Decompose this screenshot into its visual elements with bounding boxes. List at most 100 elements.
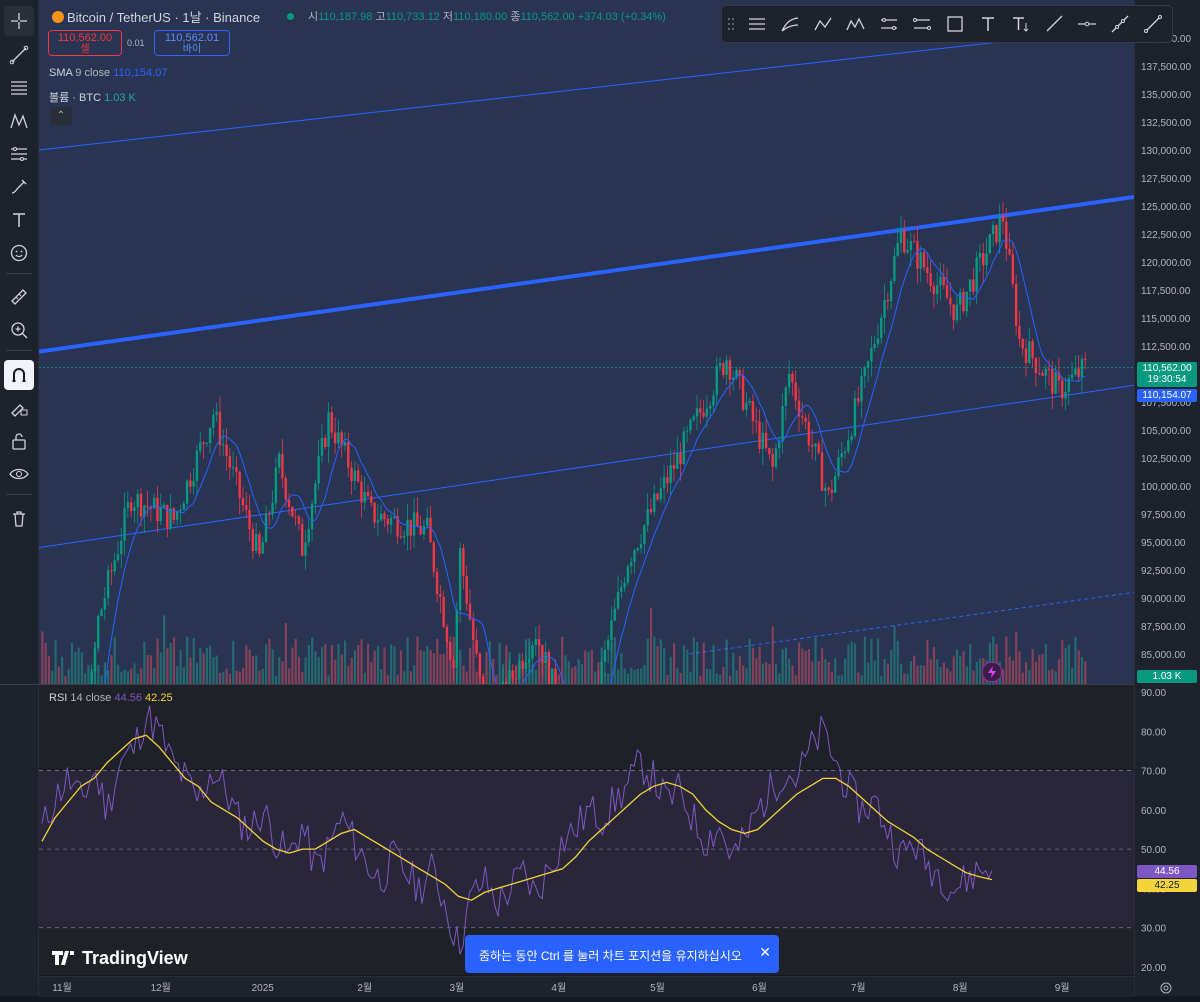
candle-body	[380, 514, 382, 521]
candle-body	[1077, 368, 1079, 376]
candle-body	[850, 436, 852, 440]
candle-body	[225, 444, 227, 456]
volume-bar	[857, 672, 859, 684]
crosshair-icon[interactable]	[4, 6, 34, 36]
chart-area[interactable]	[39, 0, 1134, 996]
sma-line[interactable]	[42, 240, 1085, 684]
candle-body	[781, 406, 783, 442]
candle-body	[614, 609, 616, 621]
price-chart[interactable]	[39, 0, 1134, 684]
close-icon[interactable]: ✕	[759, 944, 771, 961]
drag-handle-icon[interactable]	[724, 11, 738, 37]
rsi-legend[interactable]: RSI 14 close 44.56 42.25	[49, 692, 173, 704]
candle-body	[748, 401, 750, 403]
candle-body	[189, 481, 191, 487]
candle-body	[765, 433, 767, 448]
volume-bar	[591, 650, 593, 684]
rectangle-icon[interactable]	[942, 11, 968, 37]
rsi-axis-label: 80.00	[1141, 727, 1166, 738]
volume-bar	[847, 644, 849, 684]
trend-line-icon[interactable]	[4, 40, 34, 70]
volume-bar	[1055, 671, 1057, 684]
axis-settings-icon[interactable]	[1158, 980, 1174, 996]
xabcd-pattern-icon[interactable]	[843, 11, 869, 37]
candle-body	[1048, 369, 1050, 370]
rsi-chart[interactable]	[39, 685, 1134, 975]
pattern-icon[interactable]	[4, 106, 34, 136]
candle-body	[702, 412, 704, 416]
date-range-icon[interactable]	[876, 11, 902, 37]
brush-icon[interactable]	[4, 172, 34, 202]
volume-bar	[1078, 650, 1080, 684]
sma-legend[interactable]: SMA 9 close 110,154.07	[49, 67, 167, 79]
anchored-text-icon[interactable]	[1008, 11, 1034, 37]
ray-icon[interactable]	[1041, 11, 1067, 37]
pitchfork-icon[interactable]	[777, 11, 803, 37]
tradingview-logo[interactable]: TradingView	[52, 948, 188, 969]
parallel-channel-icon[interactable]	[744, 11, 770, 37]
volume-bar	[861, 675, 863, 684]
candle-body	[1015, 284, 1017, 326]
rsi-pane[interactable]	[39, 685, 1134, 975]
candle-body	[946, 285, 948, 298]
volume-bar	[390, 644, 392, 684]
volume-bar	[732, 653, 734, 684]
candle-body	[1018, 326, 1020, 339]
volume-bar	[249, 649, 251, 684]
candle-body	[255, 534, 257, 551]
candle-body	[265, 514, 267, 542]
lock-drawing-icon[interactable]	[4, 393, 34, 423]
collapse-legend-button[interactable]: ⌃	[50, 107, 72, 125]
candle-body	[808, 422, 810, 445]
price-range-icon[interactable]	[909, 11, 935, 37]
price-axis-label: 135,000.00	[1141, 90, 1191, 101]
candle-body	[387, 519, 389, 524]
drawing-toolbar[interactable]	[721, 5, 1173, 43]
pane-divider[interactable]	[0, 684, 1161, 685]
emoji-icon[interactable]	[4, 238, 34, 268]
channel-lower-line[interactable]	[39, 385, 1134, 547]
candle-body	[512, 671, 514, 679]
volume-bar	[880, 676, 882, 684]
channel-middle-line[interactable]	[39, 197, 1134, 352]
symbol-title[interactable]: Bitcoin / TetherUS · 1날 · Binance	[52, 7, 260, 26]
volume-bar	[466, 672, 468, 684]
price-axis[interactable]: 140,000.00137,500.00135,000.00132,500.00…	[1134, 0, 1200, 996]
zoom-in-icon[interactable]	[4, 315, 34, 345]
volume-bar	[1061, 640, 1063, 684]
current-price-tag: 110,562.00 19:30:54	[1137, 362, 1197, 387]
info-line-icon[interactable]	[1140, 11, 1166, 37]
magnet-icon[interactable]	[4, 360, 34, 390]
fib-retracement-icon[interactable]	[4, 73, 34, 103]
time-axis[interactable]: 11월12월20252월3월4월5월6월7월8월9월10월	[39, 976, 1134, 997]
candle-body	[729, 360, 731, 379]
eye-icon[interactable]	[4, 459, 34, 489]
candle-body	[364, 492, 366, 503]
ruler-icon[interactable]	[4, 282, 34, 312]
volume-bar	[216, 656, 218, 684]
candle-body	[426, 518, 428, 526]
price-pane[interactable]	[39, 0, 1134, 684]
volume-legend[interactable]: 볼륨 · BTC 1.03 K	[49, 89, 136, 105]
text-icon[interactable]	[4, 205, 34, 235]
forecast-icon[interactable]	[4, 139, 34, 169]
horizontal-line-icon[interactable]	[1074, 11, 1100, 37]
volume-bar	[245, 645, 247, 684]
text-icon[interactable]	[975, 11, 1001, 37]
trash-icon[interactable]	[4, 503, 34, 533]
sell-button[interactable]: 110,562.00 셀	[48, 30, 122, 56]
buy-button[interactable]: 110,562.01 바이	[154, 30, 230, 56]
volume-bar	[291, 648, 293, 684]
volume-bar	[242, 668, 244, 684]
candles	[41, 201, 1086, 684]
bolt-icon[interactable]	[982, 662, 1002, 682]
volume-bar	[811, 662, 813, 684]
candle-body	[212, 415, 214, 428]
volume-bar	[729, 676, 731, 684]
abcd-pattern-icon[interactable]	[810, 11, 836, 37]
volume-bar	[84, 673, 86, 684]
lock-icon[interactable]	[4, 426, 34, 456]
volume-bar	[410, 671, 412, 684]
extended-line-icon[interactable]	[1107, 11, 1133, 37]
channel-dashed-line[interactable]	[689, 592, 1134, 654]
